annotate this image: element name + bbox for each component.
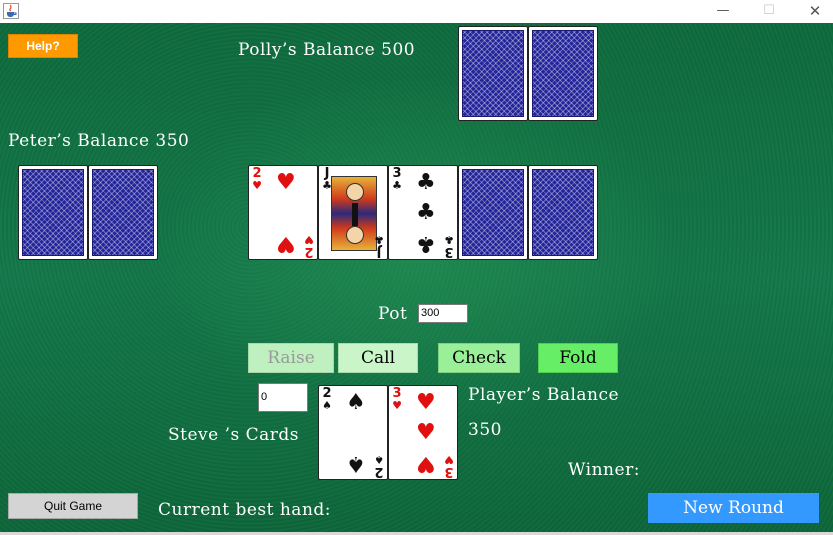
player-card-3-hearts: 3 ♥ ♥ ♥ ♥ 3 ♥ bbox=[388, 385, 458, 480]
card-corner: 2 ♥ bbox=[252, 166, 262, 192]
card-back-pattern bbox=[22, 169, 84, 256]
call-button[interactable]: Call bbox=[338, 343, 418, 373]
community-card-2-hearts: 2 ♥ ♥ ♥ 2 ♥ bbox=[248, 165, 318, 260]
pot-label: Pot bbox=[378, 304, 408, 324]
raise-amount-input[interactable]: 0 bbox=[258, 383, 308, 412]
new-round-button[interactable]: New Round bbox=[648, 493, 819, 523]
polly-card-back bbox=[528, 26, 598, 121]
polly-balance-label: Polly’s Balance 500 bbox=[238, 40, 416, 60]
peter-card-back bbox=[88, 165, 158, 260]
peter-balance-label: Peter’s Balance 350 bbox=[8, 131, 190, 151]
window-titlebar: — ☐ ✕ bbox=[0, 0, 833, 23]
maximize-icon[interactable]: ☐ bbox=[746, 0, 792, 22]
player-balance-value: 350 bbox=[468, 420, 502, 440]
pot-field: 300 bbox=[418, 304, 468, 323]
quit-game-button[interactable]: Quit Game bbox=[8, 493, 138, 519]
heart-pip-icon: ♥ bbox=[416, 451, 436, 476]
minimize-icon[interactable]: — bbox=[700, 0, 746, 22]
poker-table: Help? Polly’s Balance 500 Peter’s Balanc… bbox=[0, 23, 833, 532]
card-back-pattern bbox=[462, 169, 524, 256]
community-card-back bbox=[528, 165, 598, 260]
heart-pip-icon: ♥ bbox=[416, 420, 436, 445]
community-card-3-clubs: 3 ♣ ♣ ♣ ♣ 3 ♣ bbox=[388, 165, 458, 260]
spade-pip-icon: ♠ bbox=[346, 390, 366, 415]
polly-card-back bbox=[458, 26, 528, 121]
card-corner: 2 ♠ bbox=[374, 453, 384, 479]
raise-button[interactable]: Raise bbox=[248, 343, 334, 373]
community-card-back bbox=[458, 165, 528, 260]
player-card-2-spades: 2 ♠ ♠ ♠ 2 ♠ bbox=[318, 385, 388, 480]
card-corner: 2 ♥ bbox=[304, 233, 314, 259]
card-corner: 2 ♠ bbox=[322, 386, 332, 412]
spade-pip-icon: ♠ bbox=[346, 451, 366, 476]
club-pip-icon: ♣ bbox=[416, 200, 436, 225]
card-back-pattern bbox=[532, 30, 594, 117]
card-back-pattern bbox=[92, 169, 154, 256]
heart-pip-icon: ♥ bbox=[276, 170, 296, 195]
club-pip-icon: ♣ bbox=[416, 231, 436, 256]
java-cup-icon bbox=[3, 3, 19, 19]
player-cards-label: Steve ’s Cards bbox=[168, 425, 300, 445]
check-button[interactable]: Check bbox=[438, 343, 520, 373]
fold-button[interactable]: Fold bbox=[538, 343, 618, 373]
help-button[interactable]: Help? bbox=[8, 34, 78, 58]
close-icon[interactable]: ✕ bbox=[792, 0, 833, 22]
jack-portrait-icon bbox=[331, 176, 377, 251]
community-card-jack-clubs: J ♣ J ♣ bbox=[318, 165, 388, 260]
card-corner: J ♣ bbox=[374, 233, 384, 259]
card-back-pattern bbox=[462, 30, 524, 117]
heart-pip-icon: ♥ bbox=[276, 231, 296, 256]
card-corner: 3 ♣ bbox=[444, 233, 454, 259]
club-pip-icon: ♣ bbox=[416, 170, 436, 195]
card-corner: 3 ♥ bbox=[444, 453, 454, 479]
card-corner: 3 ♣ bbox=[392, 166, 402, 192]
heart-pip-icon: ♥ bbox=[416, 390, 436, 415]
player-balance-label: Player’s Balance bbox=[468, 385, 620, 405]
card-corner: 3 ♥ bbox=[392, 386, 402, 412]
card-back-pattern bbox=[532, 169, 594, 256]
current-best-hand-label: Current best hand: bbox=[158, 500, 331, 520]
peter-card-back bbox=[18, 165, 88, 260]
winner-label: Winner: bbox=[568, 460, 640, 480]
